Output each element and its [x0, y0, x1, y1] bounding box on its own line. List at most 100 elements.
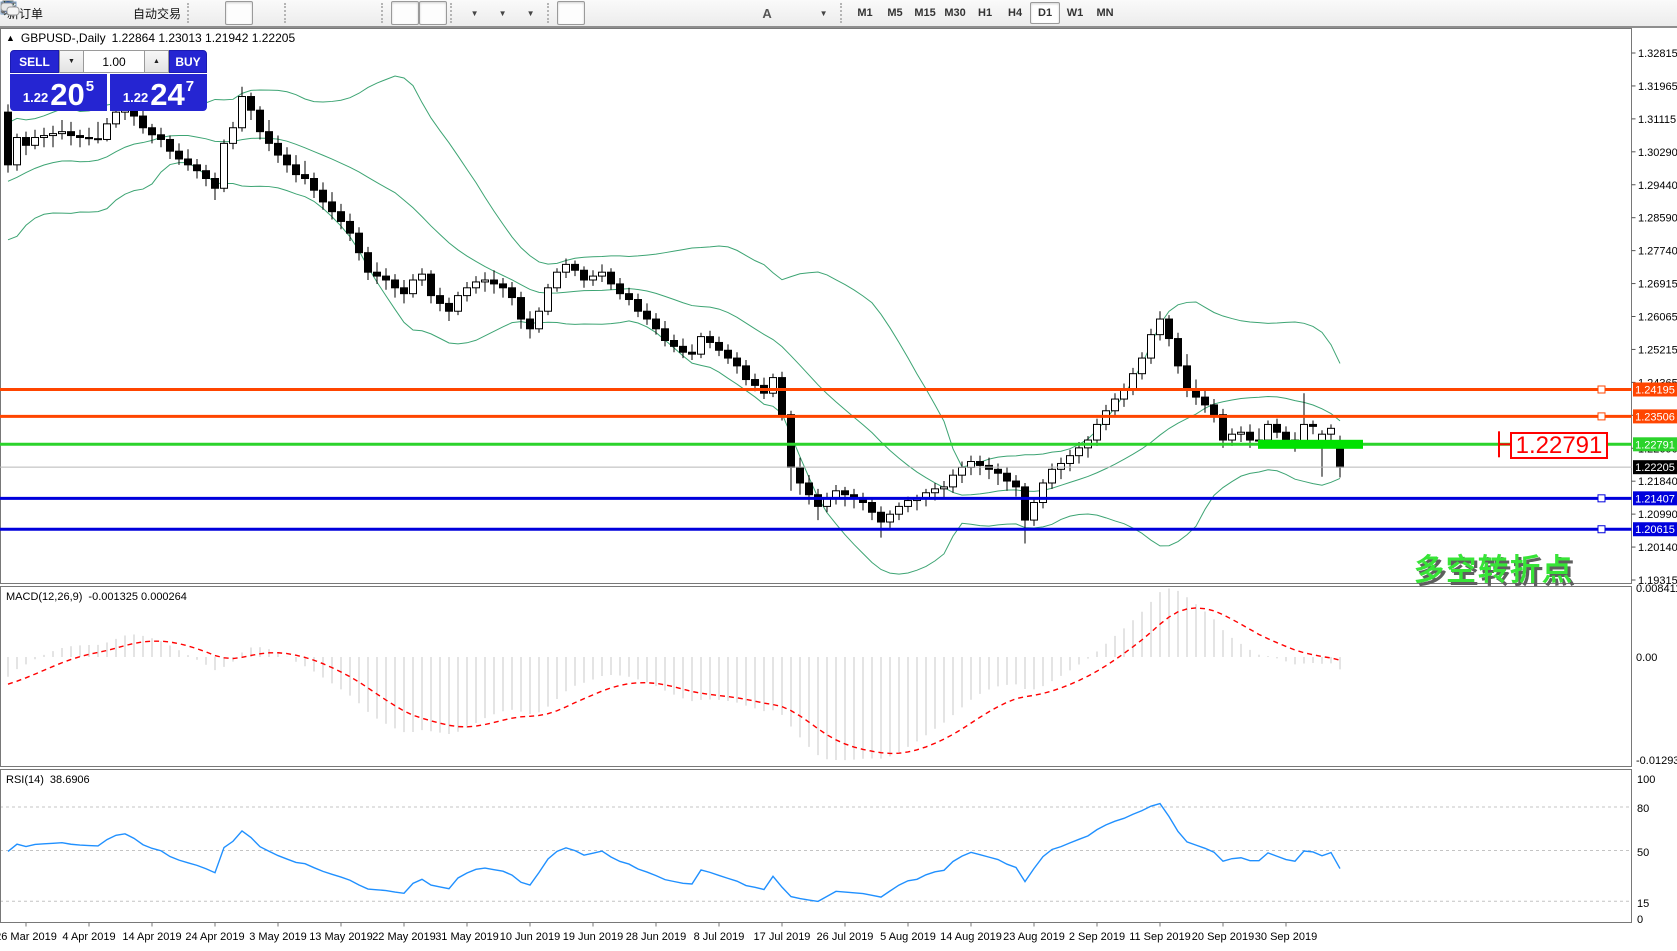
channel-tool-button[interactable]: E: [697, 1, 725, 25]
dropdown-caret-icon: ▼: [527, 9, 535, 18]
price-axis-label: 1.32815: [1638, 48, 1677, 60]
candle-body: [905, 501, 912, 507]
candle-body: [950, 475, 957, 487]
candle-body: [797, 467, 804, 483]
cursor-tool-button[interactable]: [557, 1, 585, 25]
volume-decrease-button[interactable]: ▼: [59, 50, 84, 73]
level-drag-anchor[interactable]: [1598, 386, 1605, 393]
marker-pen-button[interactable]: [46, 1, 74, 25]
level-drag-anchor[interactable]: [1598, 526, 1605, 533]
tf-w1-button[interactable]: W1: [1060, 2, 1090, 24]
level-highlight[interactable]: [1258, 440, 1363, 449]
candle-body: [473, 282, 480, 288]
date-axis-label: 8 Jul 2019: [694, 931, 745, 943]
candle-body: [239, 97, 246, 128]
line-chart-button[interactable]: [253, 1, 281, 25]
indicators-button[interactable]: ▼: [516, 1, 544, 25]
candle-body: [95, 139, 102, 140]
sell-price-quote[interactable]: 1.22 20 5: [10, 74, 107, 111]
tf-m15-button[interactable]: M15: [910, 2, 940, 24]
bar-chart-button[interactable]: [197, 1, 225, 25]
zoom-in-button[interactable]: [294, 1, 322, 25]
toolbar-separator: [547, 3, 552, 23]
candle-body: [887, 514, 894, 522]
annotation-text[interactable]: 多空转折点: [1414, 545, 1574, 589]
ohlc-values: 1.22864 1.23013 1.21942 1.22205: [112, 31, 296, 45]
dropdown-caret-icon: ▼: [499, 9, 507, 18]
candle-body: [572, 264, 579, 270]
candle-body: [5, 112, 12, 165]
chat-icon[interactable]: [0, 0, 20, 18]
candle-body: [1058, 463, 1065, 469]
horizontal-line-tool-button[interactable]: [641, 1, 669, 25]
candle-body: [1004, 473, 1011, 481]
open-charts-button[interactable]: [74, 1, 102, 25]
date-axis-label: 20 Sep 2019: [1192, 931, 1254, 943]
arrows-tool-button[interactable]: ▼: [809, 1, 837, 25]
volume-input[interactable]: [84, 50, 144, 73]
candle-body: [68, 132, 75, 136]
candle-body: [338, 212, 345, 222]
rsi-axis-label: 50: [1637, 847, 1649, 859]
chart-shift-button[interactable]: +: [419, 1, 447, 25]
candle-body: [653, 319, 660, 329]
text-label-tool-button[interactable]: T: [781, 1, 809, 25]
date-axis-label: 4 Apr 2019: [62, 931, 115, 943]
tf-m5-button[interactable]: M5: [880, 2, 910, 24]
tf-h1-button[interactable]: H1: [970, 2, 1000, 24]
buy-price-quote[interactable]: 1.22 24 7: [110, 74, 207, 111]
tf-h4-button[interactable]: H4: [1000, 2, 1030, 24]
price-chart-canvas[interactable]: 1.328151.319651.311151.302901.294401.285…: [0, 28, 1677, 951]
dropdown-caret-icon: ▼: [820, 9, 828, 18]
candle-body: [599, 272, 606, 276]
candle-body: [716, 342, 723, 350]
date-axis-label: 14 Aug 2019: [940, 931, 1002, 943]
level-drag-anchor[interactable]: [1598, 495, 1605, 502]
sell-button[interactable]: SELL: [10, 50, 59, 73]
tf-m30-button[interactable]: M30: [940, 2, 970, 24]
candle-body: [347, 221, 354, 233]
candle-body: [419, 274, 426, 280]
macd-axis-label: -0.012931: [1636, 755, 1677, 767]
profiles-button[interactable]: ▼: [488, 1, 516, 25]
tile-windows-button[interactable]: [350, 1, 378, 25]
candle-body: [230, 128, 237, 144]
auto-scroll-button[interactable]: [391, 1, 419, 25]
crosshair-tool-button[interactable]: [585, 1, 613, 25]
dropdown-caret-icon: ▼: [471, 9, 479, 18]
buy-button[interactable]: BUY: [169, 50, 207, 73]
candle-body: [545, 288, 552, 311]
tf-d1-button[interactable]: D1: [1030, 2, 1060, 24]
candle-body: [617, 284, 624, 294]
tf-m1-button[interactable]: M1: [850, 2, 880, 24]
price-callout[interactable]: 1.22791: [1510, 432, 1608, 459]
candle-body: [293, 165, 300, 175]
volume-increase-button[interactable]: ▲: [144, 50, 169, 73]
candle-body: [878, 512, 885, 522]
level-drag-anchor[interactable]: [1598, 413, 1605, 420]
candle-body: [1229, 434, 1236, 440]
candle-body: [1238, 432, 1245, 434]
auto-trading-button[interactable]: 自动交易: [130, 1, 184, 25]
candle-body: [203, 171, 210, 179]
price-axis-label: 1.30290: [1638, 147, 1677, 159]
tf-mn-button[interactable]: MN: [1090, 2, 1120, 24]
trendline-tool-button[interactable]: [669, 1, 697, 25]
zoom-out-button[interactable]: [322, 1, 350, 25]
price-axis-label: 1.25215: [1638, 344, 1677, 356]
candle-body: [1166, 319, 1173, 339]
rsi-pane[interactable]: [1, 770, 1632, 923]
candle-body: [635, 300, 642, 312]
signals-button[interactable]: [102, 1, 130, 25]
toolbar-separator: [284, 3, 289, 23]
candle-body: [1130, 374, 1137, 390]
vertical-line-tool-button[interactable]: [613, 1, 641, 25]
text-tool-button[interactable]: A: [753, 1, 781, 25]
candlestick-chart-button[interactable]: [225, 1, 253, 25]
new-chart-button[interactable]: + ▼: [460, 1, 488, 25]
collapse-panel-icon[interactable]: ▲: [6, 33, 15, 43]
macd-pane[interactable]: [1, 587, 1632, 767]
date-axis-label: 30 Sep 2019: [1255, 931, 1317, 943]
candle-body: [302, 175, 309, 179]
fibonacci-tool-button[interactable]: F: [725, 1, 753, 25]
